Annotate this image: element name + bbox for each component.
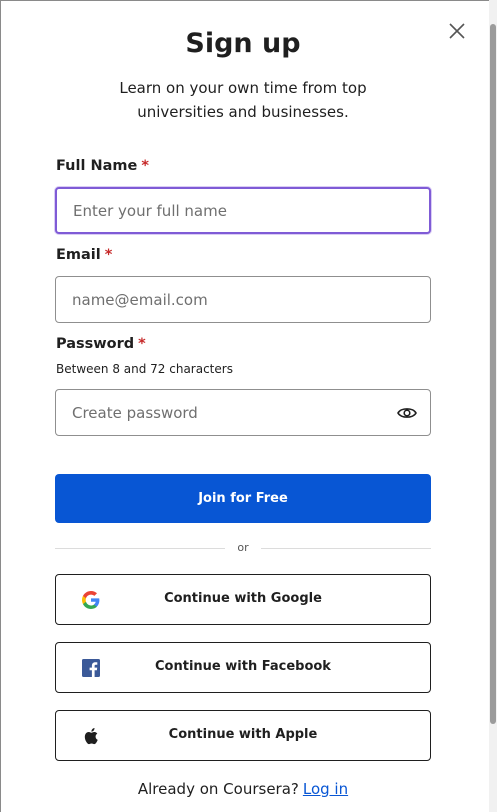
required-mark: * bbox=[141, 158, 149, 174]
login-prompt-text: Already on Coursera? bbox=[137, 780, 299, 798]
window-top-border bbox=[0, 0, 497, 1]
window-left-border bbox=[0, 0, 1, 812]
divider-or-text: or bbox=[237, 541, 249, 554]
full-name-input[interactable] bbox=[55, 187, 431, 234]
page-subtitle: Learn on your own time from top universi… bbox=[119, 79, 367, 121]
continue-with-facebook-button[interactable]: Continue with Facebook bbox=[55, 642, 431, 693]
facebook-button-label: Continue with Facebook bbox=[155, 659, 331, 674]
required-mark: * bbox=[138, 336, 146, 352]
required-mark: * bbox=[104, 247, 113, 263]
continue-with-google-button[interactable]: Continue with Google bbox=[55, 574, 431, 625]
password-input[interactable] bbox=[55, 389, 431, 436]
apple-button-label: Continue with Apple bbox=[168, 727, 318, 742]
divider-right bbox=[261, 548, 431, 549]
password-label: Password * bbox=[56, 336, 146, 352]
continue-with-apple-button[interactable]: Continue with Apple bbox=[55, 710, 431, 761]
divider-left bbox=[55, 548, 225, 549]
email-input[interactable] bbox=[55, 276, 431, 323]
password-hint: Between 8 and 72 characters bbox=[56, 362, 233, 376]
full-name-label: Full Name * bbox=[56, 158, 149, 174]
login-prompt: Already on Coursera? Log in bbox=[0, 780, 486, 798]
google-button-label: Continue with Google bbox=[164, 591, 322, 606]
email-label: Email * bbox=[56, 247, 113, 263]
login-link[interactable]: Log in bbox=[303, 780, 348, 798]
join-for-free-button[interactable]: Join for Free bbox=[55, 474, 431, 523]
page-title: Sign up bbox=[185, 28, 301, 59]
eye-icon[interactable] bbox=[397, 405, 417, 419]
scrollbar-thumb[interactable] bbox=[490, 24, 496, 724]
